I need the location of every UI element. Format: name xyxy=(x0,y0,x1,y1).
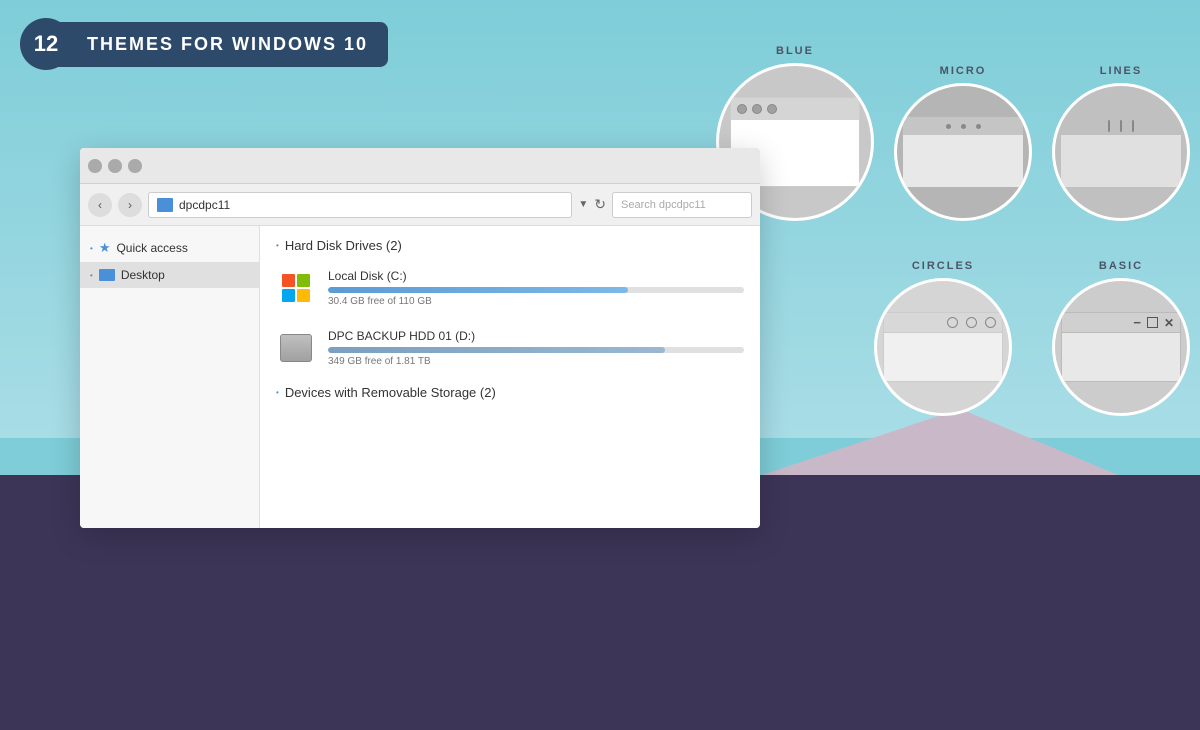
drive-c-free: 30.4 GB free of 110 GB xyxy=(328,296,744,307)
windows-logo-icon xyxy=(282,274,310,302)
blue-btn-max xyxy=(752,104,762,114)
theme-circles-label: CIRCLES xyxy=(912,260,974,272)
refresh-button[interactable]: ↻ xyxy=(594,196,606,213)
drive-c-info: Local Disk (C:) 30.4 GB free of 110 GB xyxy=(328,269,744,307)
theme-basic-label: BASIC xyxy=(1099,260,1143,272)
drive-d-name: DPC BACKUP HDD 01 (D:) xyxy=(328,329,744,343)
quick-access-bullet: • xyxy=(90,244,93,253)
theme-micro-circle[interactable] xyxy=(894,83,1032,221)
explorer-body: • ★ Quick access • Desktop • Hard Disk D… xyxy=(80,226,760,528)
hdd-icon xyxy=(280,334,312,362)
window-minimize-button[interactable] xyxy=(88,159,102,173)
search-bar[interactable]: Search dpcdpc11 xyxy=(612,192,752,218)
basic-body xyxy=(1062,333,1180,381)
explorer-titlebar xyxy=(80,148,760,184)
micro-chrome-preview xyxy=(903,117,1023,187)
pc-icon xyxy=(157,198,173,212)
removable-section-title: Devices with Removable Storage (2) xyxy=(285,385,496,400)
win-logo-q2 xyxy=(297,274,310,287)
win-logo-q1 xyxy=(282,274,295,287)
theme-lines[interactable]: LINES xyxy=(1052,65,1190,221)
hdd-bullet: • xyxy=(276,241,279,250)
forward-button[interactable]: › xyxy=(118,193,142,217)
address-dropdown-arrow[interactable]: ▼ xyxy=(578,199,588,210)
sidebar-item-desktop[interactable]: • Desktop xyxy=(80,262,259,288)
theme-basic-circle[interactable]: − ✕ xyxy=(1052,278,1190,416)
explorer-sidebar: • ★ Quick access • Desktop xyxy=(80,226,260,528)
desktop-icon xyxy=(99,269,115,281)
sidebar-item-quick-access[interactable]: • ★ Quick access xyxy=(80,234,259,262)
drive-c-progress-fill xyxy=(328,287,628,293)
basic-btn-minimize: − xyxy=(1133,316,1141,329)
logo-number: 12 xyxy=(20,18,72,70)
win-logo-q3 xyxy=(282,289,295,302)
blue-btn-min xyxy=(737,104,747,114)
basic-chrome-preview: − ✕ xyxy=(1061,312,1181,382)
drive-c-icon xyxy=(276,270,316,306)
drive-d-info: DPC BACKUP HDD 01 (D:) 349 GB free of 1.… xyxy=(328,329,744,367)
address-text: dpcdpc11 xyxy=(179,198,230,212)
explorer-window: ‹ › dpcdpc11 ▼ ↻ Search dpcdpc11 • ★ Qui… xyxy=(80,148,760,528)
theme-lines-label: LINES xyxy=(1100,65,1142,77)
window-maximize-button[interactable] xyxy=(108,159,122,173)
drive-d-free: 349 GB free of 1.81 TB xyxy=(328,356,744,367)
theme-lines-circle[interactable] xyxy=(1052,83,1190,221)
drive-c-name: Local Disk (C:) xyxy=(328,269,744,283)
back-button[interactable]: ‹ xyxy=(88,193,112,217)
drive-d-progress-fill xyxy=(328,347,665,353)
window-close-button[interactable] xyxy=(128,159,142,173)
drive-c-progress-bg xyxy=(328,287,744,293)
address-bar[interactable]: dpcdpc11 xyxy=(148,192,572,218)
circles-body xyxy=(884,333,1002,381)
drive-d-icon xyxy=(276,330,316,366)
micro-dot-3 xyxy=(976,124,981,129)
theme-circles[interactable]: CIRCLES xyxy=(874,260,1012,416)
circle-o-3 xyxy=(985,317,996,328)
theme-micro-label: MICRO xyxy=(940,65,987,77)
micro-body xyxy=(903,135,1023,187)
explorer-main: • Hard Disk Drives (2) Local Disk (C:) xyxy=(260,226,760,528)
search-placeholder: Search dpcdpc11 xyxy=(621,199,706,211)
lines-body xyxy=(1061,135,1181,187)
line-v-3 xyxy=(1132,120,1134,132)
theme-circles-circle[interactable] xyxy=(874,278,1012,416)
theme-blue-label: BLUE xyxy=(776,45,814,57)
circle-o-1 xyxy=(947,317,958,328)
desktop-label: Desktop xyxy=(121,268,165,282)
micro-dot-1 xyxy=(946,124,951,129)
hdd-section-title: Hard Disk Drives (2) xyxy=(285,238,402,253)
theme-micro[interactable]: MICRO xyxy=(894,65,1032,221)
quick-access-label: Quick access xyxy=(116,241,187,255)
line-v-1 xyxy=(1108,120,1110,132)
lines-chrome-preview xyxy=(1061,117,1181,187)
theme-row-1: BLUE MICRO xyxy=(716,45,1190,221)
circles-chrome-preview xyxy=(883,312,1003,382)
micro-dot-2 xyxy=(961,124,966,129)
star-icon: ★ xyxy=(99,240,111,256)
desktop-bullet: • xyxy=(90,271,93,280)
basic-btn-close: ✕ xyxy=(1164,316,1174,330)
logo-area: 12 THEMES FOR WINDOWS 10 xyxy=(20,18,388,70)
drive-d-progress-bg xyxy=(328,347,744,353)
line-v-2 xyxy=(1120,120,1122,132)
removable-bullet: • xyxy=(276,388,279,397)
theme-basic[interactable]: BASIC − ✕ xyxy=(1052,260,1190,416)
drive-dpc-d[interactable]: DPC BACKUP HDD 01 (D:) 349 GB free of 1.… xyxy=(276,325,744,371)
blue-btn-close xyxy=(767,104,777,114)
win-logo-q4 xyxy=(297,289,310,302)
hard-disk-section-header: • Hard Disk Drives (2) xyxy=(276,238,744,253)
logo-title: THEMES FOR WINDOWS 10 xyxy=(57,22,388,67)
drive-local-c[interactable]: Local Disk (C:) 30.4 GB free of 110 GB xyxy=(276,265,744,311)
removable-section-header: • Devices with Removable Storage (2) xyxy=(276,385,744,400)
theme-row-2: CIRCLES BASIC − ✕ xyxy=(874,260,1190,416)
circle-o-2 xyxy=(966,317,977,328)
explorer-toolbar: ‹ › dpcdpc11 ▼ ↻ Search dpcdpc11 xyxy=(80,184,760,226)
basic-btn-maximize xyxy=(1147,317,1158,328)
